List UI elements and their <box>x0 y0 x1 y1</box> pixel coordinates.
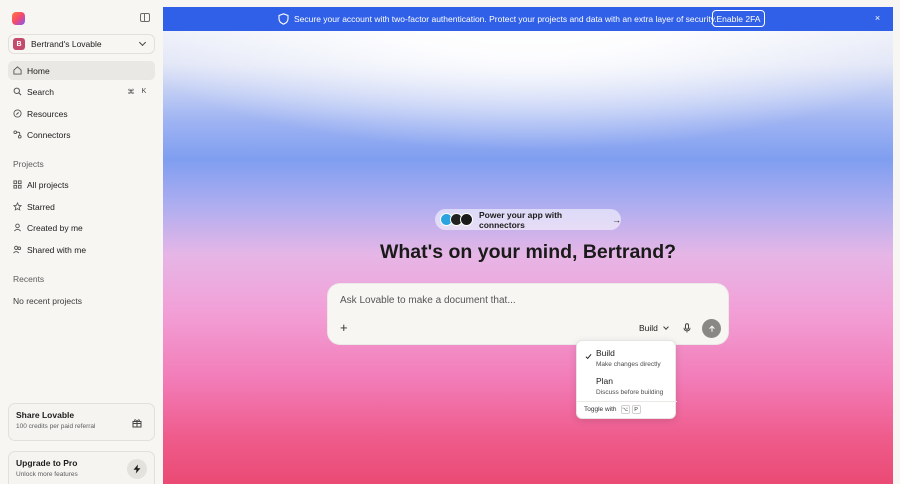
lovable-logo-icon[interactable] <box>12 12 25 25</box>
search-icon <box>13 87 22 96</box>
star-icon <box>13 202 22 211</box>
sidebar-item-label: All projects <box>27 179 69 190</box>
prompt-input[interactable] <box>340 295 700 306</box>
sidebar-item-starred[interactable]: Starred <box>8 197 155 216</box>
mode-menu: Build Make changes directly Plan Discuss… <box>576 340 677 419</box>
sidebar-item-label: Connectors <box>27 129 71 140</box>
plus-icon[interactable]: + <box>340 321 348 334</box>
home-icon <box>13 66 22 75</box>
grid-icon <box>13 180 22 189</box>
microphone-icon[interactable] <box>682 323 692 333</box>
mode-option-plan[interactable]: Plan Discuss before building <box>577 372 677 399</box>
check-icon <box>585 354 592 360</box>
users-icon <box>13 245 22 254</box>
connectors-icon <box>13 130 22 139</box>
menu-divider <box>577 401 677 402</box>
mode-option-build[interactable]: Build Make changes directly <box>577 344 677 371</box>
security-banner: Secure your account with two-factor auth… <box>163 7 893 31</box>
sidebar-item-created-by-me[interactable]: Created by me <box>8 218 155 237</box>
sidebar-item-home[interactable]: Home <box>8 61 155 80</box>
mode-toggle-hint: Toggle with ⌥ P <box>584 405 641 414</box>
shield-icon <box>278 13 289 25</box>
share-card-title: Share Lovable <box>16 410 75 420</box>
workspace-name: Bertrand's Lovable <box>31 39 102 49</box>
connector-logos <box>440 213 473 226</box>
mode-option-desc: Discuss before building <box>596 389 664 396</box>
sidebar-item-resources[interactable]: Resources <box>8 104 155 123</box>
send-button[interactable] <box>702 319 721 338</box>
prompt-box: + Build <box>327 283 729 345</box>
mode-label: Build <box>639 323 658 333</box>
compass-icon <box>13 109 22 118</box>
upgrade-card[interactable]: Upgrade to Pro Unlock more features <box>8 451 155 484</box>
lightning-icon <box>133 464 141 474</box>
share-card[interactable]: Share Lovable 100 credits per paid refer… <box>8 403 155 441</box>
close-icon[interactable]: × <box>873 14 882 23</box>
sidebar: B Bertrand's Lovable Home Search ⌘ K Res… <box>0 0 163 484</box>
workspace-switcher[interactable]: B Bertrand's Lovable <box>8 34 155 54</box>
chevron-down-icon <box>663 324 669 330</box>
recents-section-label: Recents <box>13 274 45 284</box>
mode-option-title: Build <box>596 348 615 358</box>
page-title: What's on your mind, Bertrand? <box>379 241 677 263</box>
sidebar-collapse-icon[interactable] <box>140 13 150 22</box>
kbd-key: ⌘ <box>127 88 135 96</box>
mode-option-title: Plan <box>596 376 614 386</box>
projects-section-label: Projects <box>13 159 44 169</box>
arrow-up-icon <box>708 325 715 332</box>
sidebar-item-search[interactable]: Search ⌘ K <box>8 82 155 101</box>
search-shortcut: ⌘ K <box>126 86 149 97</box>
sidebar-item-label: Search <box>27 86 54 97</box>
sidebar-item-label: Starred <box>27 201 55 212</box>
kbd-key: ⌥ <box>620 405 630 414</box>
main-area: Secure your account with two-factor auth… <box>163 7 893 484</box>
arrow-right-icon: → <box>612 214 621 225</box>
workspace-avatar: B <box>13 38 25 50</box>
supabase-icon <box>460 213 473 226</box>
enable-2fa-button[interactable]: Enable 2FA <box>712 10 765 27</box>
mode-selector[interactable]: Build <box>639 323 669 333</box>
share-card-subtitle: 100 credits per paid referral <box>16 423 96 430</box>
banner-text: Secure your account with two-factor auth… <box>294 14 717 24</box>
kbd-key: K <box>141 88 147 95</box>
sidebar-item-connectors[interactable]: Connectors <box>8 125 155 144</box>
toggle-label: Toggle with <box>584 406 617 413</box>
upgrade-button[interactable] <box>127 459 147 479</box>
no-recent-projects: No recent projects <box>13 296 82 306</box>
sidebar-item-label: Created by me <box>27 222 83 233</box>
connectors-promo-pill[interactable]: Power your app with connectors → <box>435 209 621 230</box>
sidebar-item-label: Shared with me <box>27 244 87 255</box>
kbd-key: P <box>631 405 641 414</box>
gift-icon <box>132 417 142 428</box>
sidebar-item-label: Resources <box>27 108 68 119</box>
promo-text: Power your app with connectors <box>479 209 563 230</box>
sidebar-item-label: Home <box>27 65 50 76</box>
sidebar-item-shared[interactable]: Shared with me <box>8 240 155 259</box>
chevron-down-icon <box>138 38 147 47</box>
sidebar-item-all-projects[interactable]: All projects <box>8 175 155 194</box>
mode-option-desc: Make changes directly <box>596 361 661 368</box>
user-icon <box>13 223 22 232</box>
